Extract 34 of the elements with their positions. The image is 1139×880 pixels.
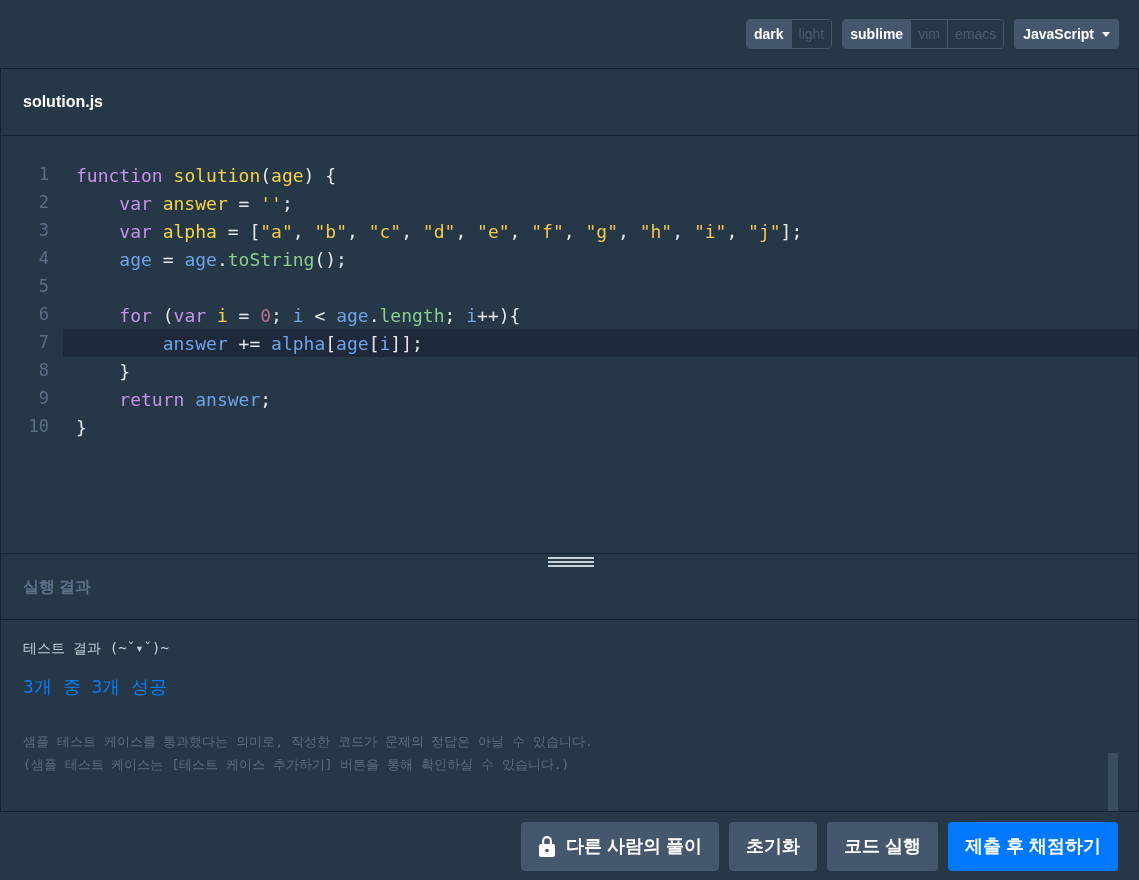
line-number: 1 <box>38 163 49 187</box>
scrollbar[interactable] <box>1108 753 1118 811</box>
action-button[interactable]: 다른 사람의 풀이 <box>520 821 719 871</box>
line-number: 10 <box>28 415 49 439</box>
line-number: 3 <box>38 219 49 243</box>
line-number: 9 <box>38 387 49 411</box>
code-line: age = age.toString(); <box>118 247 348 272</box>
results-title: 실행 결과 <box>23 576 92 597</box>
action-button[interactable]: 코드 실행 <box>826 821 938 871</box>
line-number: 5 <box>38 275 49 299</box>
code-line: for (var i = 0; i < age.length; i++){ <box>118 303 522 328</box>
lock-icon <box>537 835 556 857</box>
code-line: } <box>118 359 132 384</box>
test-summary: 3개 중 3개 성공 <box>23 675 169 699</box>
line-number: 4 <box>38 247 49 271</box>
action-button[interactable]: 제출 후 채점하기 <box>948 821 1118 871</box>
resize-handle[interactable] <box>548 556 594 568</box>
theme-toggle-option[interactable]: sublime <box>843 20 911 48</box>
line-number: 7 <box>38 331 49 355</box>
line-number: 6 <box>38 303 49 327</box>
code-line: var alpha = ["a", "b", "c", "d", "e", "f", "g", "h", "i", "j"]; <box>118 219 804 244</box>
code-line: var answer = ''; <box>118 191 294 216</box>
code-line: return answer; <box>118 387 273 412</box>
caret-icon <box>1102 31 1110 37</box>
test-result-heading: 테스트 결과 (~ˇ▾ˇ)~ <box>23 639 170 658</box>
language-dropdown[interactable]: JavaScript <box>1014 19 1119 49</box>
theme-toggle-option[interactable]: dark <box>747 20 791 48</box>
code-line: } <box>75 415 88 440</box>
file-name: solution.js <box>23 92 103 112</box>
line-number: 2 <box>38 191 49 215</box>
line-number: 8 <box>38 359 49 383</box>
action-button[interactable]: 초기화 <box>728 821 817 871</box>
code-line: function solution(age) { <box>75 163 338 188</box>
result-note: (샘플 테스트 케이스는 [테스트 케이스 추가하기] 버튼을 통해 확인하실 수 있습니다.) <box>23 756 571 774</box>
